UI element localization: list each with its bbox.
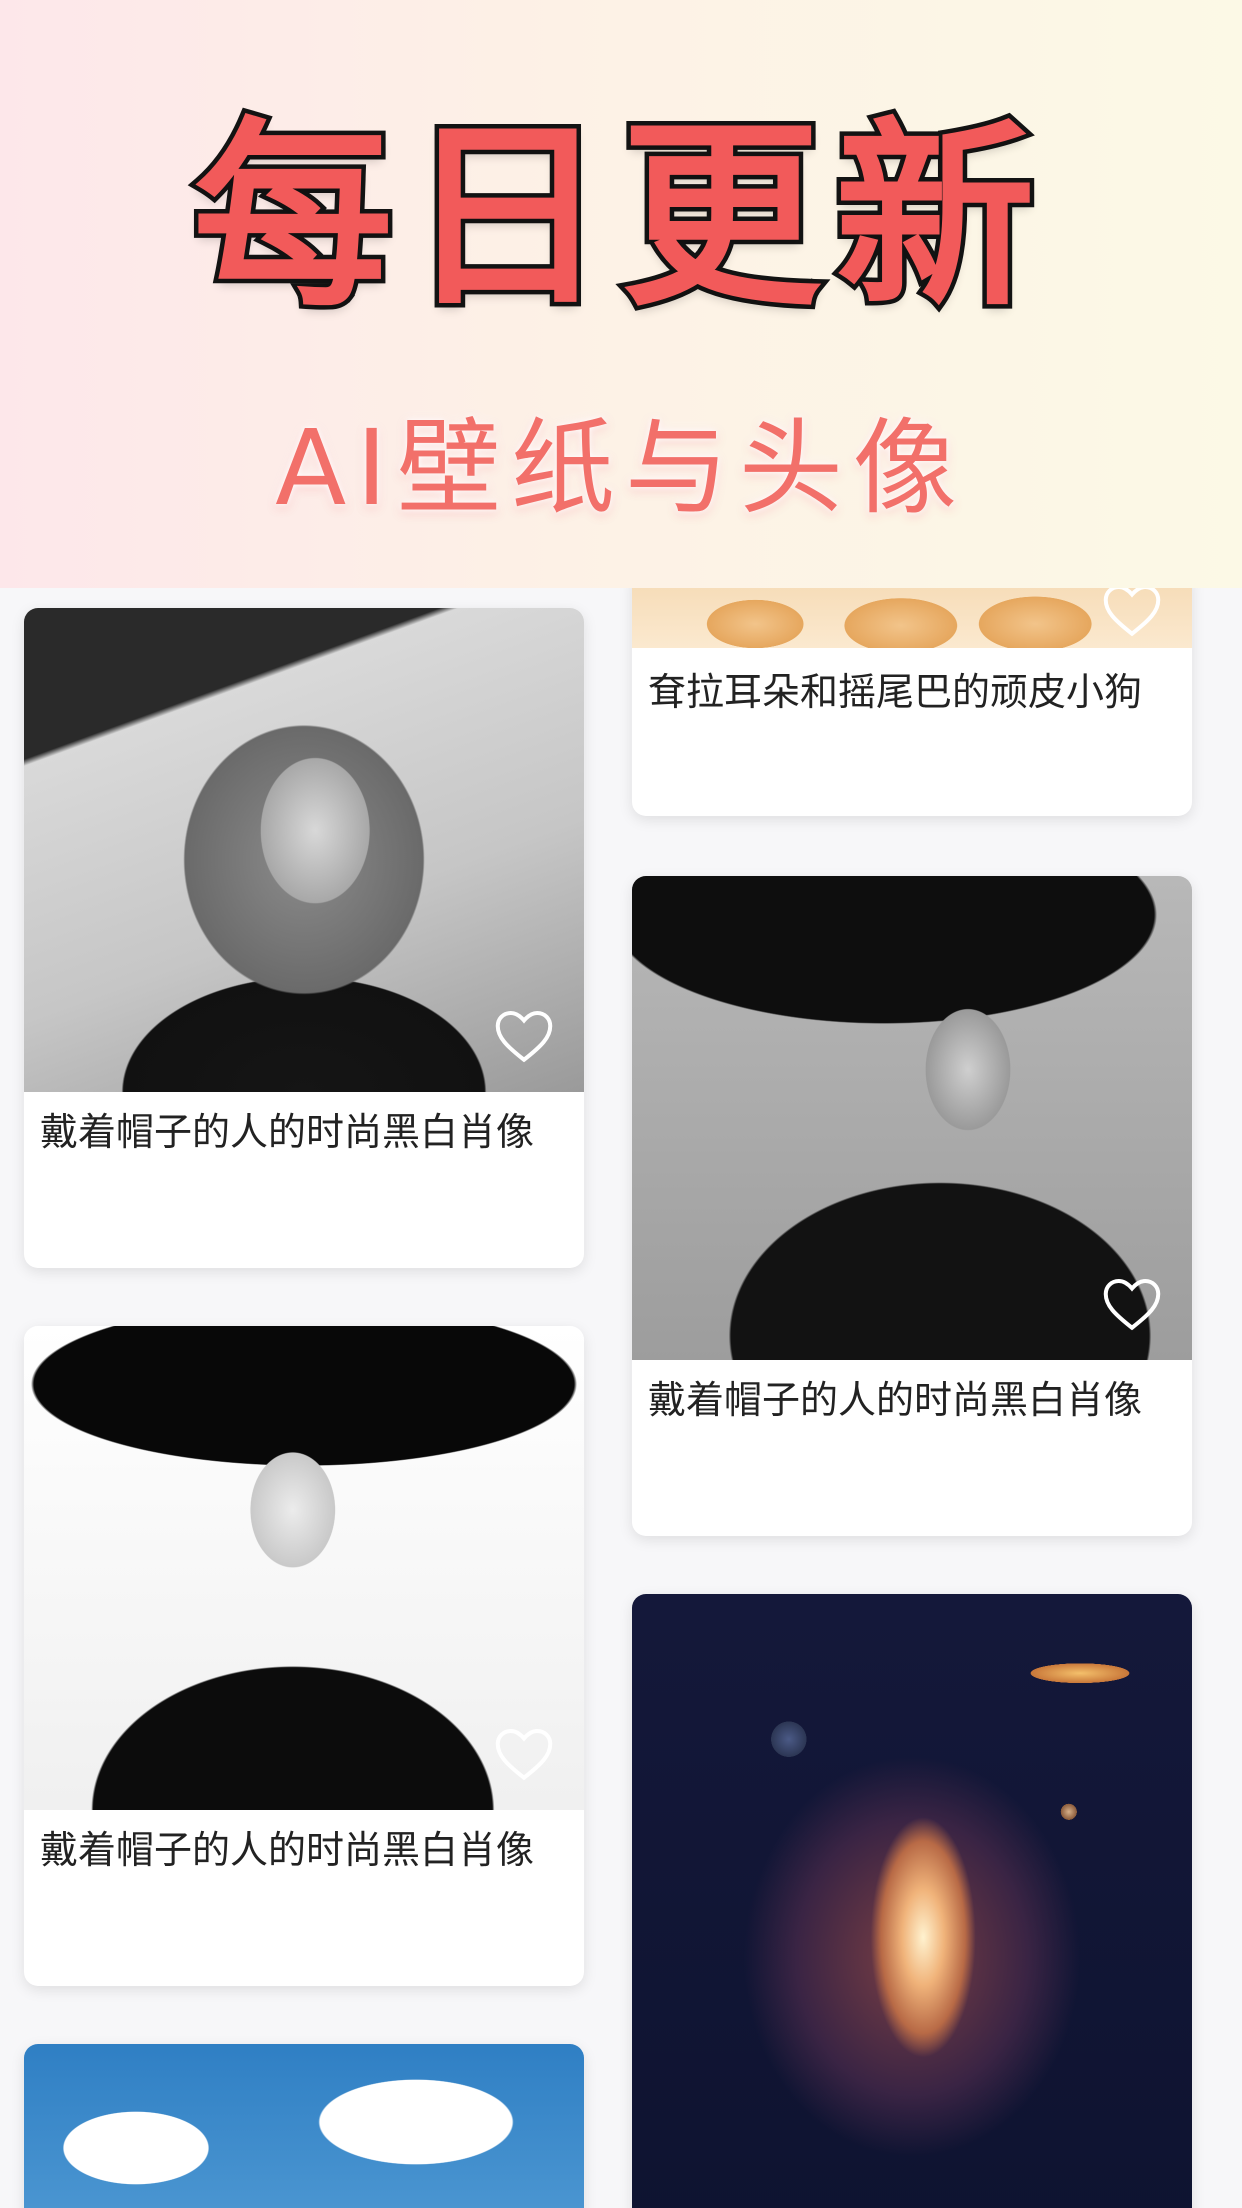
wallpaper-feed[interactable]: 耷拉耳朵和摇尾巴的顽皮小狗 戴着帽子的人的时尚黑白肖像 戴着帽子的人的时尚黑白肖… xyxy=(0,588,1242,2208)
wallpaper-image[interactable] xyxy=(24,2044,584,2208)
wallpaper-caption: 戴着帽子的人的时尚黑白肖像 xyxy=(40,1110,535,1154)
promo-header: 每日更新 AI壁纸与头像 xyxy=(0,0,1242,588)
wallpaper-image[interactable] xyxy=(632,876,1192,1360)
heart-outline-icon[interactable] xyxy=(494,1008,554,1064)
heart-outline-icon[interactable] xyxy=(1102,1276,1162,1332)
heart-outline-icon[interactable] xyxy=(494,1726,554,1782)
wallpaper-card[interactable]: 戴着帽子的人的时尚黑白肖像 xyxy=(24,1326,584,1986)
wallpaper-caption: 戴着帽子的人的时尚黑白肖像 xyxy=(40,1828,535,1872)
wallpaper-image[interactable] xyxy=(632,1594,1192,2208)
promo-subtitle: AI壁纸与头像 xyxy=(275,407,967,529)
wallpaper-caption: 戴着帽子的人的时尚黑白肖像 xyxy=(648,1378,1143,1422)
wallpaper-image[interactable] xyxy=(632,588,1192,648)
wallpaper-caption: 耷拉耳朵和摇尾巴的顽皮小狗 xyxy=(648,670,1143,714)
wallpaper-card[interactable] xyxy=(24,2044,584,2208)
wallpaper-card[interactable]: 耷拉耳朵和摇尾巴的顽皮小狗 xyxy=(632,588,1192,816)
wallpaper-card[interactable] xyxy=(632,1594,1192,2208)
wallpaper-card[interactable]: 戴着帽子的人的时尚黑白肖像 xyxy=(24,608,584,1268)
wallpaper-image[interactable] xyxy=(24,1326,584,1810)
wallpaper-image[interactable] xyxy=(24,608,584,1092)
promo-title: 每日更新 xyxy=(188,101,1049,334)
wallpaper-card[interactable]: 戴着帽子的人的时尚黑白肖像 xyxy=(632,876,1192,1536)
heart-outline-icon[interactable] xyxy=(1102,588,1162,638)
